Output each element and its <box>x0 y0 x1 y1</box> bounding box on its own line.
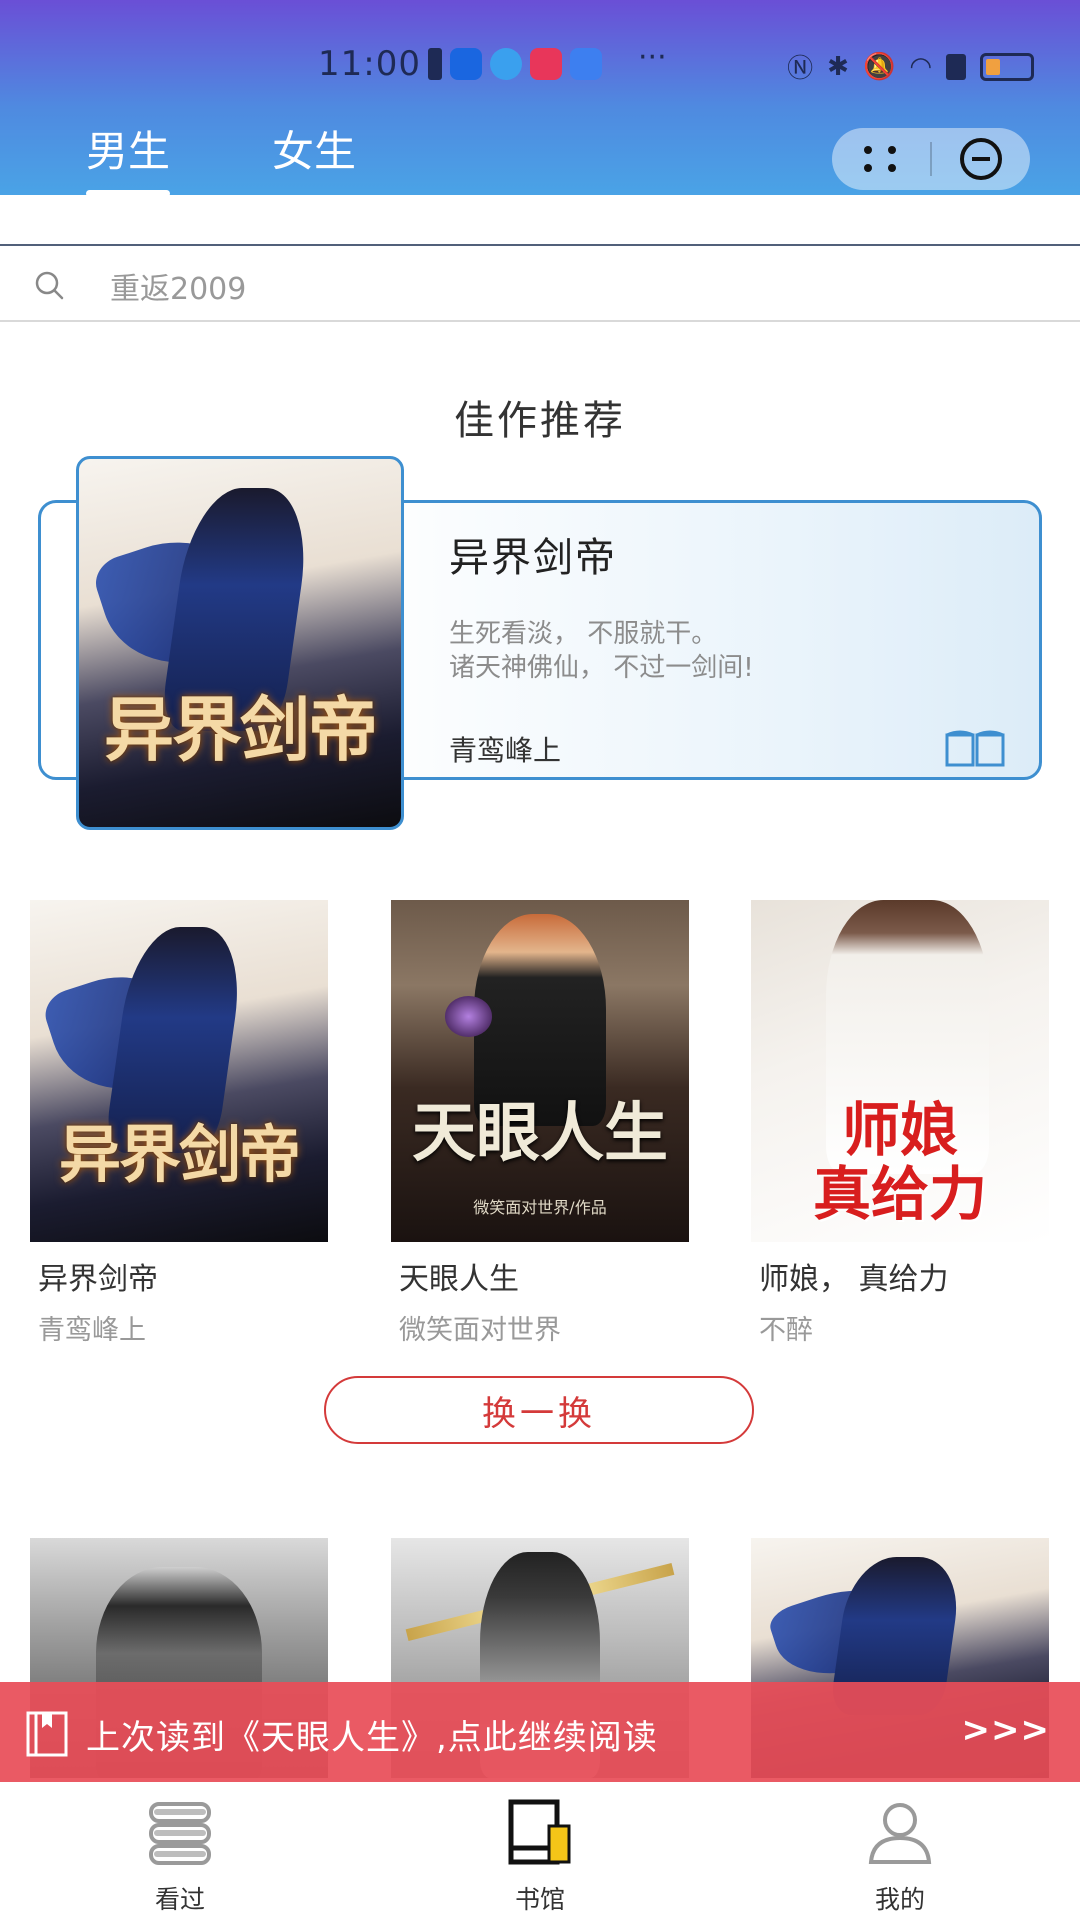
nav-label: 书馆 <box>514 1885 565 1914</box>
book-cover[interactable]: 天眼人生 微笑面对世界/作品 <box>391 900 689 1242</box>
featured-description: 生死看淡， 不服就干。 诸天神佛仙， 不过一剑间! <box>449 619 754 683</box>
book-author: 微笑面对世界 <box>399 1315 561 1346</box>
book-title: 天眼人生 <box>399 1262 519 1297</box>
section-title: 佳作推荐 <box>454 398 626 444</box>
featured-title: 异界剑帝 <box>449 535 617 581</box>
header: 11:00 ··· Ⓝ ✱ 🔕 ◠ 男生 女生 <box>0 0 1080 197</box>
sim-icon <box>946 53 966 80</box>
cover-title-art: 异界剑帝 <box>104 688 378 772</box>
search-input[interactable]: 重返2009 <box>110 264 246 308</box>
nav-item-library[interactable]: 书馆 <box>360 1782 720 1920</box>
cover-title-art: 异界剑帝 <box>58 1118 301 1192</box>
close-icon <box>960 138 1002 180</box>
nav-item-history[interactable]: 看过 <box>0 1782 360 1920</box>
status-bar: 11:00 ··· Ⓝ ✱ 🔕 ◠ <box>0 40 1080 85</box>
open-book-icon[interactable] <box>943 729 1007 769</box>
miniapp-capsule <box>832 128 1030 190</box>
search-icon <box>35 271 64 300</box>
user-icon <box>868 1803 932 1864</box>
close-button[interactable] <box>932 128 1030 190</box>
book-cover[interactable]: 师娘 真给力 <box>751 900 1049 1242</box>
book-item[interactable]: 异界剑帝 异界剑帝 青鸾峰上 <box>30 900 328 1347</box>
nav-label: 我的 <box>874 1885 925 1914</box>
mute-bell-icon: 🔕 <box>862 51 896 82</box>
bottom-nav: 看过 书馆 我的 <box>0 1782 1080 1920</box>
notification-icons <box>428 48 602 80</box>
book-item[interactable]: 天眼人生 微笑面对世界/作品 天眼人生 微笑面对世界 <box>391 900 689 1347</box>
nav-label: 看过 <box>154 1885 205 1914</box>
system-status-icons: Ⓝ ✱ 🔕 ◠ <box>787 48 1034 85</box>
browser-app-icon <box>490 48 522 80</box>
swap-button[interactable]: 换一换 <box>324 1376 754 1444</box>
baidu-app-icon <box>570 48 602 80</box>
video-app-icon <box>530 48 562 80</box>
wifi-icon: ◠ <box>909 51 932 82</box>
bulb-app-icon <box>450 48 482 80</box>
battery-icon <box>980 52 1034 81</box>
featured-cover[interactable]: 异界剑帝 <box>76 456 404 830</box>
book-author: 不醉 <box>759 1315 813 1346</box>
more-button[interactable] <box>832 128 930 190</box>
nfc-icon: Ⓝ <box>787 54 814 84</box>
bookmark-book-icon <box>26 1711 68 1757</box>
search-bar[interactable]: 重返2009 <box>0 246 1080 322</box>
gender-tabs: 男生 女生 <box>86 118 356 197</box>
featured-author: 青鸾峰上 <box>449 734 562 767</box>
continue-reading-banner[interactable]: 上次读到《天眼人生》,点此继续阅读 >>> <box>0 1682 1080 1782</box>
cover-subtitle-art: 微笑面对世界/作品 <box>473 1198 607 1218</box>
more-dots-icon <box>864 146 898 172</box>
book-item[interactable]: 师娘 真给力 师娘， 真给力 不醉 <box>751 900 1049 1347</box>
continue-reading-text: 上次读到《天眼人生》,点此继续阅读 <box>86 1718 658 1758</box>
sim-alert-icon <box>428 48 442 80</box>
stack-icon <box>149 1802 211 1865</box>
status-time: 11:00 <box>318 44 421 84</box>
bluetooth-icon: ✱ <box>827 51 849 82</box>
continue-arrows: >>> <box>961 1710 1050 1750</box>
more-notifications-icon: ··· <box>638 40 667 75</box>
tab-male[interactable]: 男生 <box>86 118 171 197</box>
bookshelf-icon <box>508 1799 571 1865</box>
book-author: 青鸾峰上 <box>38 1315 146 1346</box>
nav-item-profile[interactable]: 我的 <box>720 1782 1080 1920</box>
book-title: 异界剑帝 <box>38 1262 158 1297</box>
cover-title-art: 天眼人生 <box>412 1095 668 1171</box>
book-title: 师娘， 真给力 <box>759 1262 949 1297</box>
book-cover[interactable]: 异界剑帝 <box>30 900 328 1242</box>
cover-title-art: 师娘 真给力 <box>812 1096 987 1229</box>
tab-female[interactable]: 女生 <box>272 118 356 197</box>
